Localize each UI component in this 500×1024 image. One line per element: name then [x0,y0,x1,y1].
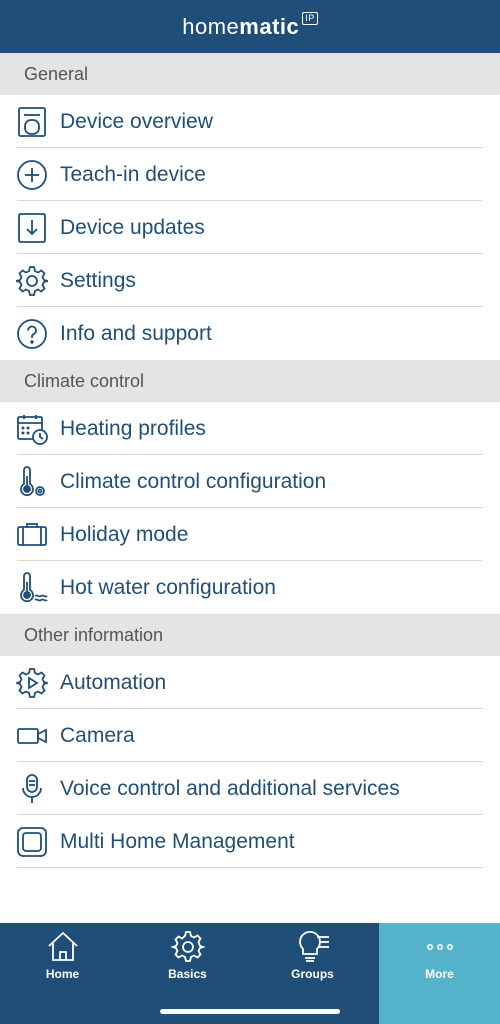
menu-item-label: Teach-in device [60,162,206,186]
menu-item-climate-control-configuration[interactable]: Climate control configuration [0,455,500,508]
menu-item-label: Heating profiles [60,416,206,440]
brand-text-bold: matic [239,13,300,39]
menu-item-label: Device overview [60,109,213,133]
tab-label: Basics [168,967,207,981]
tab-more[interactable]: More [379,923,500,1024]
camera-icon [16,720,48,752]
gear-icon [16,265,48,297]
brand-text-light: home [182,13,240,39]
brand-badge: IP [302,11,318,25]
download-icon [16,212,48,244]
menu-item-camera[interactable]: Camera [0,709,500,762]
menu-item-heating-profiles[interactable]: Heating profiles [0,402,500,455]
menu-item-hot-water-configuration[interactable]: Hot water configuration [0,561,500,614]
menu-item-label: Camera [60,723,135,747]
home-indicator [160,1009,340,1014]
menu-item-label: Climate control configuration [60,469,327,493]
more-dots-icon [426,944,453,950]
house-icon [47,931,78,961]
thermometer-water-icon [16,571,48,604]
menu-item-settings[interactable]: Settings [0,254,500,307]
menu-item-device-updates[interactable]: Device updates [0,201,500,254]
device-overview-icon [16,106,48,138]
tab-label: More [425,967,454,981]
microphone-icon [16,773,48,805]
menu-item-holiday-mode[interactable]: Holiday mode [0,508,500,561]
suitcase-icon [16,519,48,551]
calendar-clock-icon [16,413,48,445]
automation-gear-play-icon [16,667,48,699]
plus-circle-icon [16,159,48,191]
menu-item-automation[interactable]: Automation [0,656,500,709]
tab-home[interactable]: Home [0,923,125,1024]
lightbulb-list-icon [298,930,329,962]
brand-logo: home matic IP [182,11,318,40]
app-header: home matic IP [0,0,500,53]
section-header-other-information: Other information [0,614,500,656]
menu-item-device-overview[interactable]: Device overview [0,95,500,148]
menu-item-label: Multi Home Management [60,829,295,853]
menu-item-label: Holiday mode [60,522,189,546]
question-circle-icon [16,318,48,350]
multi-home-icon [16,826,48,858]
gear-icon [169,931,206,962]
menu-list: General Device overview Teach-in device [0,53,500,868]
menu-item-label: Settings [60,268,136,292]
menu-item-label: Device updates [60,215,205,239]
section-header-climate-control: Climate control [0,360,500,402]
tab-label: Home [45,967,80,981]
menu-item-label: Info and support [60,321,212,345]
menu-item-label: Automation [60,670,167,694]
tab-label: Groups [291,967,334,981]
menu-item-label: Hot water configuration [60,575,276,599]
section-header-general: General [0,53,500,95]
thermometer-gear-icon [16,465,48,498]
menu-item-voice-control[interactable]: Voice control and additional services [0,762,500,815]
menu-item-teach-in-device[interactable]: Teach-in device [0,148,500,201]
menu-item-info-and-support[interactable]: Info and support [0,307,500,360]
menu-item-label: Voice control and additional services [60,776,400,800]
menu-item-multi-home-management[interactable]: Multi Home Management [0,815,500,868]
